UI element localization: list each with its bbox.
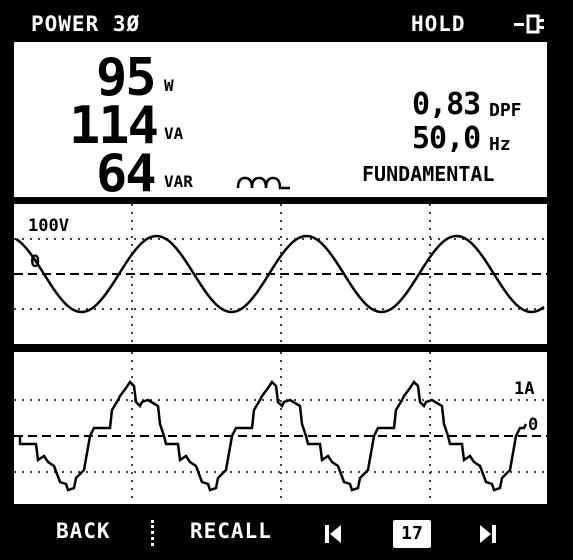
current-waveform-panel: 1A 0 [14, 352, 547, 504]
dpf-unit: DPF [489, 100, 522, 121]
current-waveform-plot: 1A 0 [14, 352, 547, 504]
current-scale-label: 1A [514, 379, 534, 399]
skip-next-icon[interactable] [478, 523, 498, 545]
softkey-bar: BACK RECALL 17 [0, 514, 573, 560]
voltage-waveform-plot: 100V 0 [14, 204, 547, 344]
hold-indicator: HOLD [411, 12, 466, 36]
watts-unit: W [164, 76, 174, 95]
power-plug-icon [514, 14, 544, 34]
var-value: 64 [96, 144, 157, 204]
voltage-waveform-panel: 100V 0 [14, 204, 547, 344]
recall-button[interactable]: RECALL [190, 519, 272, 543]
inductive-load-coil-icon [236, 176, 290, 190]
back-button[interactable]: BACK [56, 519, 111, 543]
power-readings-panel: 95 W 114 VA 64 VAR 0,83 DPF 50,0 Hz FUND… [14, 42, 547, 204]
voltage-zero-label: 0 [30, 252, 40, 272]
var-unit: VAR [164, 172, 193, 191]
measurement-mode-label: FUNDAMENTAL [362, 162, 495, 186]
dpf-value: 0,83 [412, 87, 481, 122]
power-screen: POWER 3Ø HOLD 95 W 114 VA 64 VAR 0,83 DP… [0, 0, 573, 560]
current-zero-label: 0 [528, 415, 538, 435]
skip-previous-icon[interactable] [323, 523, 343, 545]
voltage-scale-label: 100V [28, 216, 69, 236]
title-bar: POWER 3Ø HOLD [0, 0, 573, 42]
frequency-value: 50,0 [412, 121, 481, 156]
softkey-divider [151, 520, 157, 546]
va-unit: VA [164, 124, 184, 143]
mode-title: POWER 3Ø [31, 12, 141, 36]
frequency-unit: Hz [489, 134, 511, 155]
page-number-indicator[interactable]: 17 [393, 520, 431, 548]
